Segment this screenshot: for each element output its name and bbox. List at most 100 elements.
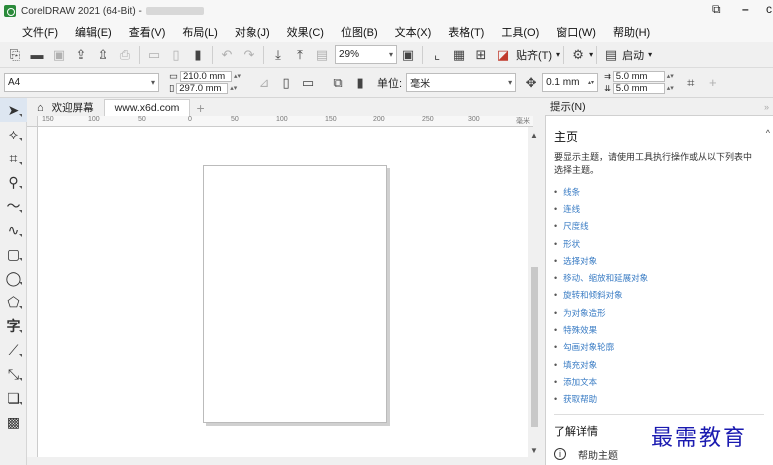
page-width-input[interactable]: 210.0 mm	[179, 71, 232, 82]
treat-as-filled-icon[interactable]: ⌗	[680, 73, 702, 93]
zoom-tool-icon[interactable]: ⚲	[0, 170, 27, 194]
pick-tool-icon[interactable]: ➤	[0, 98, 27, 122]
tab-document[interactable]: www.x6d.com	[103, 99, 191, 116]
polygon-tool-icon[interactable]: ⬠	[0, 290, 27, 314]
print-icon[interactable]: ⎙	[114, 45, 136, 65]
horizontal-ruler[interactable]: 150 100 50 0 50 100 150 200 250 300 毫米	[38, 116, 533, 127]
page-size-select[interactable]: A4 ▾	[4, 73, 159, 92]
docker-overflow-icon[interactable]: »	[764, 102, 769, 112]
artistic-media-icon[interactable]: ∿	[0, 218, 27, 242]
guidelines-icon[interactable]: ⊞	[470, 45, 492, 65]
horizontal-scrollbar[interactable]	[38, 457, 541, 465]
full-screen-icon[interactable]: ▣	[397, 45, 419, 65]
text-tool-icon[interactable]: 字	[0, 314, 27, 338]
landscape-icon[interactable]: ▭	[297, 73, 319, 93]
copy-icon[interactable]: ▯	[165, 45, 187, 65]
duplicate-y-input[interactable]: 5.0 mm	[612, 83, 665, 94]
height-spinner[interactable]: ▴▾	[230, 85, 237, 92]
scroll-up-icon[interactable]: ▲	[530, 131, 538, 140]
menu-layout[interactable]: 布局(L)	[182, 24, 217, 40]
menu-effects[interactable]: 效果(C)	[287, 24, 324, 40]
rectangle-tool-icon[interactable]: ▢	[0, 242, 27, 266]
hints-docker-tab[interactable]: 提示(N) »	[545, 98, 773, 116]
portrait-icon[interactable]: ▯	[275, 73, 297, 93]
open-folder-icon[interactable]: ▬	[26, 45, 48, 65]
cut-icon[interactable]: ▭	[143, 45, 165, 65]
export-icon[interactable]: ⤒	[289, 45, 311, 65]
menu-bitmaps[interactable]: 位图(B)	[341, 24, 378, 40]
menu-file[interactable]: 文件(F)	[22, 24, 58, 40]
hint-topic-link[interactable]: 形状	[554, 235, 761, 252]
freehand-tool-icon[interactable]: 〜	[0, 194, 27, 218]
transparency-icon[interactable]: ▩	[0, 410, 27, 434]
drawing-canvas[interactable]	[38, 127, 528, 457]
share-icon[interactable]: ⇫	[92, 45, 114, 65]
vertical-ruler[interactable]	[27, 127, 38, 457]
hint-topic-link[interactable]: 旋转和倾斜对象	[554, 287, 761, 304]
launch-button[interactable]: 启动	[622, 47, 644, 63]
hint-topic-link[interactable]: 勾画对象轮廓	[554, 339, 761, 356]
hint-topic-link[interactable]: 获取帮助	[554, 391, 761, 408]
duplicate-x-input[interactable]: 5.0 mm	[612, 71, 665, 82]
close-button[interactable]: c	[766, 2, 772, 16]
chevron-up-icon[interactable]: ^	[766, 128, 770, 138]
grid-icon[interactable]: ▦	[448, 45, 470, 65]
undo-icon[interactable]: ↶	[216, 45, 238, 65]
ellipse-tool-icon[interactable]: ◯	[0, 266, 27, 290]
menu-tools[interactable]: 工具(O)	[501, 24, 539, 40]
connector-tool-icon[interactable]: ⤡	[0, 362, 27, 386]
redo-icon[interactable]: ↷	[238, 45, 260, 65]
width-spinner[interactable]: ▴▾	[234, 73, 241, 80]
save-icon[interactable]: ▣	[48, 45, 70, 65]
import-icon[interactable]: ⤓	[267, 45, 289, 65]
duplicate-page-icon[interactable]: ⧉	[327, 73, 349, 93]
publish-pdf-icon[interactable]: ▤	[311, 45, 333, 65]
drop-shadow-icon[interactable]: ❏	[0, 386, 27, 410]
shape-tool-icon[interactable]: ⟡	[0, 122, 27, 146]
menu-help[interactable]: 帮助(H)	[613, 24, 650, 40]
zoom-level-combo[interactable]: 29% ▾	[335, 45, 397, 64]
hint-topic-link[interactable]: 特殊效果	[554, 321, 761, 338]
add-tab-button[interactable]: +	[190, 100, 210, 116]
document-page[interactable]	[203, 165, 387, 423]
scroll-down-icon[interactable]: ▼	[530, 446, 538, 455]
new-document-icon[interactable]: ⎘	[4, 45, 26, 65]
add-icon[interactable]: +	[702, 73, 724, 93]
options-gear-icon[interactable]: ⚙	[567, 45, 589, 65]
nudge-distance-input[interactable]: 0.1 mm ▴▾	[542, 73, 599, 92]
hint-topic-link[interactable]: 尺度线	[554, 218, 761, 235]
hint-topic-link[interactable]: 移动、缩放和延展对象	[554, 269, 761, 286]
minimize-button[interactable]: –	[742, 2, 749, 16]
hint-topic-link[interactable]: 添加文本	[554, 373, 761, 390]
vertical-scrollbar[interactable]: ▲ ▼	[528, 127, 541, 457]
parallel-dimension-icon[interactable]: ⟋	[0, 338, 27, 362]
paste-icon[interactable]: ▮	[187, 45, 209, 65]
hint-topic-link[interactable]: 线条	[554, 183, 761, 200]
menu-view[interactable]: 查看(V)	[129, 24, 166, 40]
snap-icon[interactable]: ◪	[492, 45, 514, 65]
menu-text[interactable]: 文本(X)	[395, 24, 432, 40]
menu-object[interactable]: 对象(J)	[235, 24, 270, 40]
unit-select[interactable]: 毫米 ▾	[406, 73, 517, 92]
scroll-thumb[interactable]	[531, 267, 538, 427]
hint-topic-link[interactable]: 填充对象	[554, 356, 761, 373]
restore-icon[interactable]: ⧉	[712, 2, 721, 17]
hint-topic-link[interactable]: 选择对象	[554, 252, 761, 269]
all-pages-icon[interactable]: ⊿	[253, 73, 275, 93]
ruler-origin[interactable]	[27, 116, 38, 127]
tab-welcome-screen[interactable]: ⌂ 欢迎屏幕	[27, 99, 104, 116]
menu-edit[interactable]: 编辑(E)	[75, 24, 112, 40]
menu-window[interactable]: 窗口(W)	[556, 24, 596, 40]
launch-icon[interactable]: ▤	[600, 45, 622, 65]
upload-icon[interactable]: ⇪	[70, 45, 92, 65]
spinner-icon[interactable]: ▴▾	[588, 79, 594, 86]
hint-topic-link[interactable]: 连线	[554, 200, 761, 217]
hint-topic-link[interactable]: 为对象造形	[554, 304, 761, 321]
crop-tool-icon[interactable]: ⌗	[0, 146, 27, 170]
rulers-icon[interactable]: ⌞	[426, 45, 448, 65]
dup-y-spinner[interactable]: ▴▾	[667, 85, 674, 92]
page-height-input[interactable]: 297.0 mm	[176, 83, 229, 94]
menu-table[interactable]: 表格(T)	[448, 24, 484, 40]
snap-to-button[interactable]: 贴齐(T)	[516, 47, 552, 63]
dup-x-spinner[interactable]: ▴▾	[667, 73, 674, 80]
